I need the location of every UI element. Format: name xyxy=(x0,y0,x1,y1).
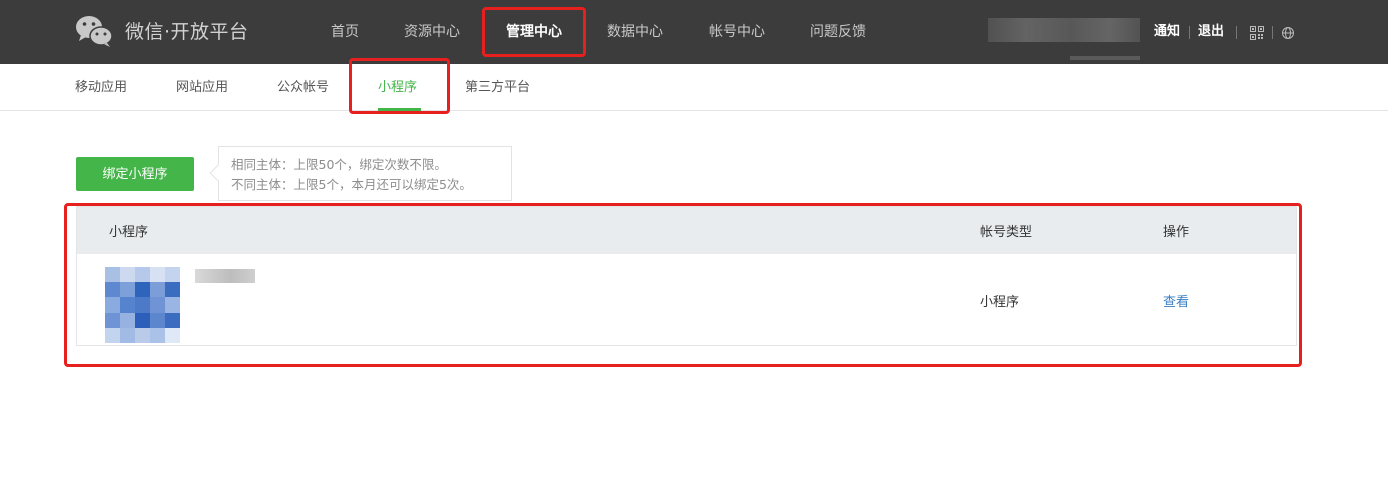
user-name-redacted[interactable] xyxy=(988,18,1140,42)
view-link[interactable]: 查看 xyxy=(1163,291,1189,310)
mini-program-table: 小程序 帐号类型 操作 小程序 查看 xyxy=(76,206,1297,346)
column-header-account-type: 帐号类型 xyxy=(980,225,1033,240)
tip-line-different-subject: 不同主体：上限5个，本月还可以绑定5次。 xyxy=(231,177,472,192)
column-header-action: 操作 xyxy=(1163,225,1190,240)
wechat-logo-icon[interactable] xyxy=(75,14,113,48)
tip-arrow xyxy=(209,164,227,182)
nav-account-center[interactable]: 帐号中心 xyxy=(709,20,765,44)
nav-home[interactable]: 首页 xyxy=(331,20,359,44)
tab-official-account[interactable]: 公众帐号 xyxy=(277,78,329,98)
mini-program-avatar xyxy=(105,267,180,343)
nav-feedback[interactable]: 问题反馈 xyxy=(810,20,866,44)
divider xyxy=(1236,26,1237,39)
divider xyxy=(1272,26,1273,39)
column-header-mini-program: 小程序 xyxy=(109,225,149,240)
globe-icon[interactable] xyxy=(1281,26,1295,40)
tab-website-app[interactable]: 网站应用 xyxy=(176,78,228,98)
notify-link[interactable]: 通知 xyxy=(1154,22,1180,42)
account-type-cell: 小程序 xyxy=(980,295,1020,310)
tip-line-same-subject: 相同主体：上限50个，绑定次数不限。 xyxy=(231,157,447,172)
divider xyxy=(1189,26,1190,39)
logout-link[interactable]: 退出 xyxy=(1198,22,1224,42)
mini-program-name-redacted xyxy=(195,269,255,283)
qr-code-icon[interactable] xyxy=(1250,26,1264,40)
tab-third-party-platform[interactable]: 第三方平台 xyxy=(465,78,530,98)
highlight-management-center xyxy=(482,7,586,57)
bind-limit-tip: 相同主体：上限50个，绑定次数不限。 不同主体：上限5个，本月还可以绑定5次。 xyxy=(209,146,512,201)
tab-mobile-app[interactable]: 移动应用 xyxy=(75,78,127,98)
top-navigation-bar: 微信·开放平台 首页 资源中心 管理中心 数据中心 帐号中心 问题反馈 通知 退… xyxy=(0,0,1388,64)
brand-title[interactable]: 微信·开放平台 xyxy=(125,18,249,46)
user-name-redacted-underline xyxy=(1070,56,1140,60)
table-header: 小程序 帐号类型 操作 xyxy=(77,207,1296,254)
nav-resource-center[interactable]: 资源中心 xyxy=(404,20,460,44)
bind-mini-program-button[interactable]: 绑定小程序 xyxy=(76,157,194,191)
sub-navigation: 移动应用 网站应用 公众帐号 小程序 第三方平台 xyxy=(0,64,1388,111)
highlight-mini-program-tab xyxy=(349,58,450,114)
nav-data-center[interactable]: 数据中心 xyxy=(607,20,663,44)
